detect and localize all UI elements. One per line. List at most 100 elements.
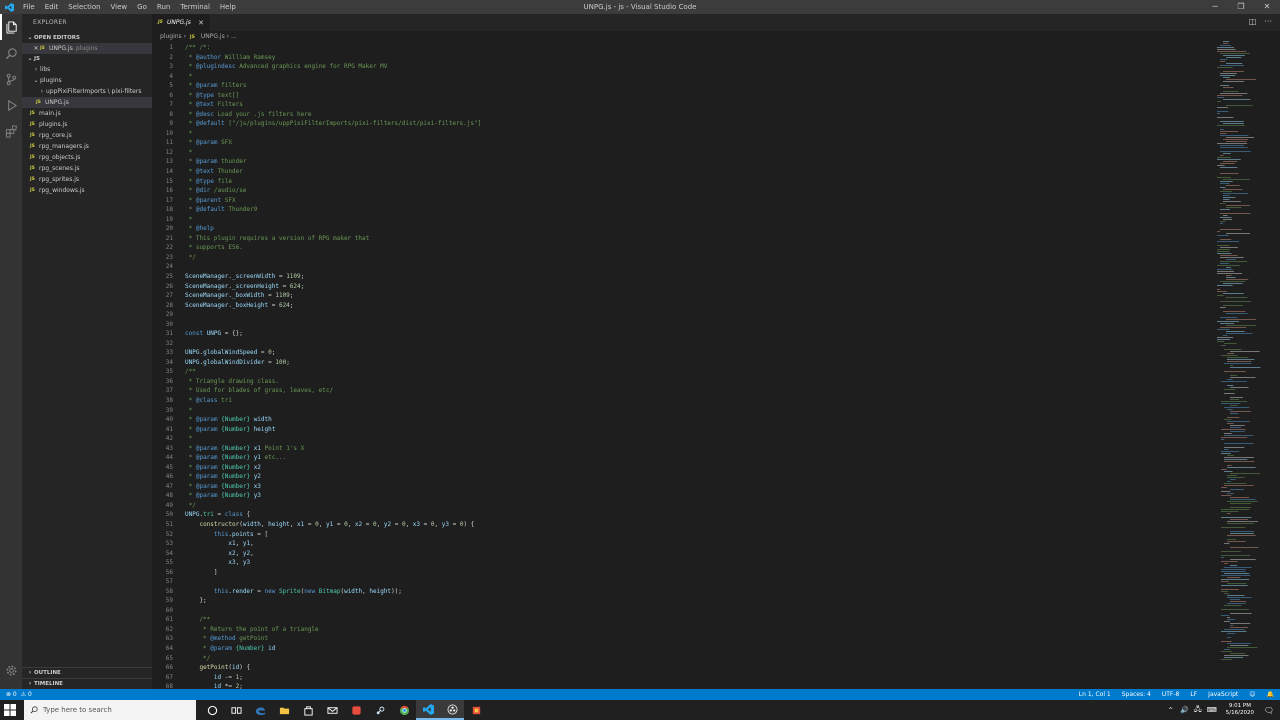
code-line[interactable]: 20 * @help: [152, 224, 1212, 234]
manage-activity[interactable]: [0, 657, 22, 683]
errors-count[interactable]: ⊗ 0: [6, 689, 17, 700]
close-window-button[interactable]: ✕: [1254, 0, 1280, 14]
taskbar-search[interactable]: Type here to search: [24, 700, 196, 720]
breadcrumb-symbol[interactable]: ...: [231, 33, 237, 40]
code-line[interactable]: 57: [152, 577, 1212, 587]
code-line[interactable]: 5 * @param filters: [152, 81, 1212, 91]
code-line[interactable]: 21 * This plugin requires a version of R…: [152, 234, 1212, 244]
code-line[interactable]: 7 * @text Filters: [152, 100, 1212, 110]
tree-file-rpg-windows[interactable]: JS rpg_windows.js: [22, 185, 152, 196]
task-view-icon[interactable]: [224, 700, 248, 720]
code-line[interactable]: 47 * @param {Number} x3: [152, 482, 1212, 492]
tree-file-rpg-objects[interactable]: JS rpg_objects.js: [22, 152, 152, 163]
code-line[interactable]: 54 x2, y2,: [152, 549, 1212, 559]
code-line[interactable]: 14 * @text Thunder: [152, 167, 1212, 177]
menu-file[interactable]: File: [18, 0, 40, 14]
breadcrumb-file[interactable]: UNPG.js: [201, 33, 225, 40]
action-center-icon[interactable]: 🗨: [1262, 706, 1276, 715]
menu-edit[interactable]: Edit: [40, 0, 64, 14]
code-line[interactable]: 17 * @parent SFX: [152, 196, 1212, 206]
tree-folder-libs[interactable]: › libs: [22, 64, 152, 75]
code-line[interactable]: 18 * @default Thunder9: [152, 205, 1212, 215]
code-line[interactable]: 48 * @param {Number} y3: [152, 491, 1212, 501]
feedback-icon[interactable]: ☺: [1249, 689, 1255, 700]
tree-file-rpg-sprites[interactable]: JS rpg_sprites.js: [22, 174, 152, 185]
notifications-icon[interactable]: 🔔: [1267, 689, 1274, 700]
maximize-button[interactable]: ❐: [1228, 0, 1254, 14]
store-icon[interactable]: [296, 700, 320, 720]
language-mode[interactable]: JavaScript: [1208, 689, 1238, 700]
tree-file-plugins[interactable]: JS plugins.js: [22, 119, 152, 130]
code-line[interactable]: 12 *: [152, 148, 1212, 158]
keyboard-icon[interactable]: ⌨: [1207, 706, 1217, 714]
code-line[interactable]: 15 * @type file: [152, 177, 1212, 187]
warnings-count[interactable]: ⚠ 0: [21, 689, 32, 700]
explorer-activity[interactable]: [0, 14, 22, 40]
code-editor[interactable]: 1/** /*: 2 * @author William Ramsey 3 * @p…: [152, 43, 1212, 689]
cursor-position[interactable]: Ln 1, Col 1: [1079, 689, 1111, 700]
tab-unpg-js[interactable]: JS UNPG.js ✕: [152, 14, 210, 31]
code-line[interactable]: 30: [152, 320, 1212, 330]
code-line[interactable]: 63 * @method getPoint: [152, 634, 1212, 644]
code-line[interactable]: 24: [152, 262, 1212, 272]
menu-terminal[interactable]: Terminal: [175, 0, 215, 14]
code-line[interactable]: 52 this.points = [: [152, 530, 1212, 540]
code-line[interactable]: 41 * @param {Number} height: [152, 425, 1212, 435]
code-line[interactable]: 44 * @param {Number} y1 etc...: [152, 453, 1212, 463]
code-line[interactable]: 33 UNPG.globalWindSpeed = 0;: [152, 348, 1212, 358]
tree-file-unpg[interactable]: JS UNPG.js: [22, 97, 152, 108]
close-tab-icon[interactable]: ✕: [198, 19, 204, 27]
chrome-icon[interactable]: [392, 700, 416, 720]
code-line[interactable]: 68 id *= 2;: [152, 682, 1212, 689]
menu-help[interactable]: Help: [215, 0, 241, 14]
code-line[interactable]: 51 constructor(width, height, x1 = 0, y1…: [152, 520, 1212, 530]
taskbar-clock[interactable]: 9:01 PM 5/16/2020: [1226, 703, 1254, 717]
tree-file-rpg-managers[interactable]: JS rpg_managers.js: [22, 141, 152, 152]
minimize-button[interactable]: ─: [1202, 0, 1228, 14]
code-line[interactable]: 60: [152, 606, 1212, 616]
code-line[interactable]: 19 *: [152, 215, 1212, 225]
code-line[interactable]: 42 *: [152, 434, 1212, 444]
menu-run[interactable]: Run: [152, 0, 175, 14]
code-line[interactable]: 43 * @param {Number} x1 Point 1's X: [152, 444, 1212, 454]
app-red-icon[interactable]: [344, 700, 368, 720]
code-line[interactable]: 37 * Used for blades of grass, leaves, e…: [152, 386, 1212, 396]
code-line[interactable]: 59 };: [152, 596, 1212, 606]
indentation[interactable]: Spaces: 4: [1122, 689, 1151, 700]
code-line[interactable]: 27 SceneManager._boxWidth = 1109;: [152, 291, 1212, 301]
code-line[interactable]: 66 getPoint(id) {: [152, 663, 1212, 673]
mail-icon[interactable]: [320, 700, 344, 720]
code-line[interactable]: 50 UNPG.tri = class {: [152, 510, 1212, 520]
run-activity[interactable]: [0, 92, 22, 118]
vscode-taskbar-icon[interactable]: [416, 700, 440, 720]
code-line[interactable]: 13 * @param thunder: [152, 157, 1212, 167]
code-line[interactable]: 28 SceneManager._boxHeight = 624;: [152, 301, 1212, 311]
menu-go[interactable]: Go: [132, 0, 152, 14]
menu-selection[interactable]: Selection: [63, 0, 105, 14]
edge-icon[interactable]: [248, 700, 272, 720]
code-line[interactable]: 40 * @param {Number} width: [152, 415, 1212, 425]
tree-folder-pixi-filters[interactable]: › uppPixiFilterImports \ pixi-filters: [22, 86, 152, 97]
code-line[interactable]: 39 *: [152, 406, 1212, 416]
code-line[interactable]: 46 * @param {Number} y2: [152, 472, 1212, 482]
outline-header[interactable]: › OUTLINE: [22, 667, 152, 678]
volume-icon[interactable]: 🔊: [1180, 706, 1189, 714]
code-line[interactable]: 36 * Triangle drawing class.: [152, 377, 1212, 387]
line-ending[interactable]: LF: [1190, 689, 1197, 700]
code-line[interactable]: 35 /**: [152, 367, 1212, 377]
code-line[interactable]: 22 * supports ES6.: [152, 243, 1212, 253]
code-line[interactable]: 9 * @default ["/js/plugins/uppPixiFilter…: [152, 119, 1212, 129]
code-line[interactable]: 38 * @class tri: [152, 396, 1212, 406]
code-line[interactable]: 25 SceneManager._screenWidth = 1109;: [152, 272, 1212, 282]
code-line[interactable]: 23 */: [152, 253, 1212, 263]
code-line[interactable]: 62 * Return the point of a triangle: [152, 625, 1212, 635]
code-line[interactable]: 55 x3, y3: [152, 558, 1212, 568]
code-line[interactable]: 56 ]: [152, 568, 1212, 578]
minimap[interactable]: [1212, 31, 1280, 689]
tree-folder-plugins[interactable]: ⌄ plugins: [22, 75, 152, 86]
code-line[interactable]: 65 */: [152, 654, 1212, 664]
code-line[interactable]: 49 */: [152, 501, 1212, 511]
steam-icon[interactable]: [368, 700, 392, 720]
code-line[interactable]: 16 * @dir /audio/se: [152, 186, 1212, 196]
timeline-header[interactable]: › TIMELINE: [22, 678, 152, 689]
